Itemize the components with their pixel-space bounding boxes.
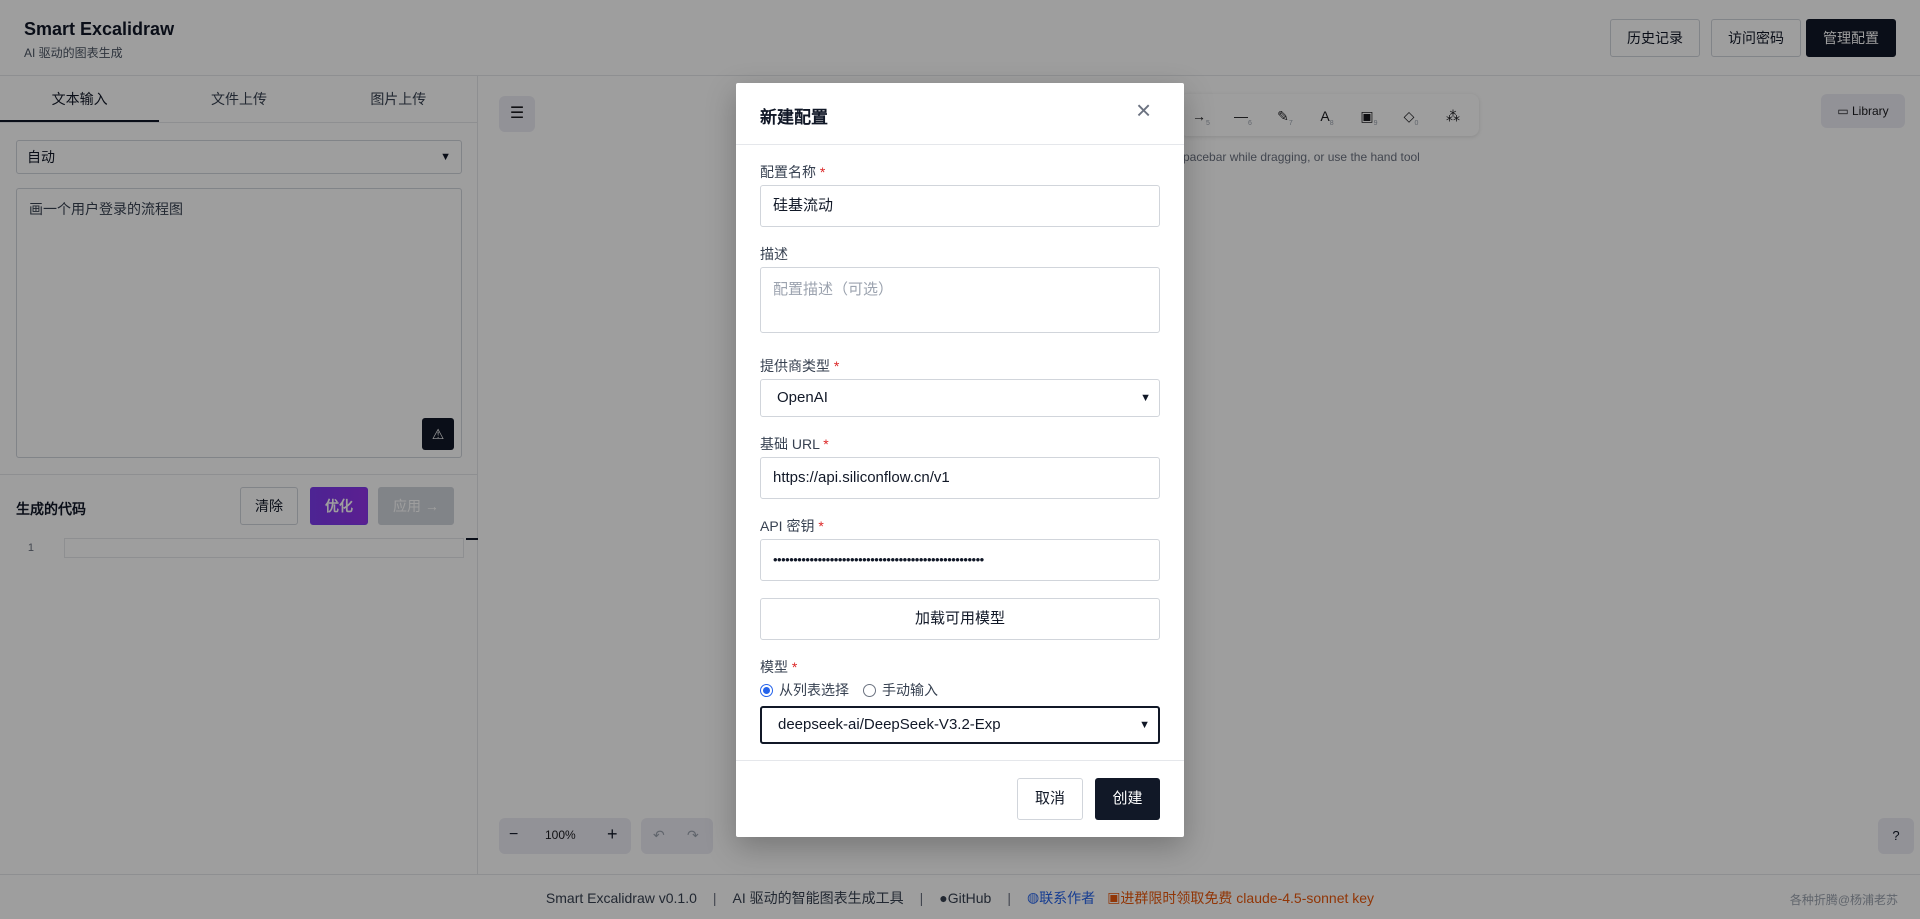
chevron-down-icon: ▼ bbox=[1140, 392, 1151, 404]
provider-type-label: 提供商类型 * bbox=[760, 358, 840, 374]
base-url-input[interactable]: https://api.siliconflow.cn/v1 bbox=[760, 457, 1160, 499]
cancel-button[interactable]: 取消 bbox=[1017, 778, 1083, 820]
load-models-button[interactable]: 加载可用模型 bbox=[760, 598, 1160, 640]
chevron-down-icon: ▼ bbox=[1139, 719, 1150, 731]
radio-unchecked-icon[interactable] bbox=[863, 683, 876, 697]
close-icon[interactable]: × bbox=[1136, 97, 1151, 123]
model-label: 模型 * bbox=[760, 659, 798, 675]
radio-manual-input[interactable]: 手动输入 bbox=[863, 680, 938, 700]
create-button[interactable]: 创建 bbox=[1095, 778, 1160, 820]
model-value: deepseek-ai/DeepSeek-V3.2-Exp bbox=[778, 716, 1001, 733]
dialog-title: 新建配置 bbox=[760, 108, 828, 127]
description-textarea[interactable]: 配置描述（可选） bbox=[760, 267, 1160, 333]
model-source-radio-group: 从列表选择 手动输入 bbox=[760, 680, 952, 700]
api-key-input[interactable]: ••••••••••••••••••••••••••••••••••••••••… bbox=[760, 539, 1160, 581]
radio-from-list[interactable]: 从列表选择 bbox=[760, 680, 849, 700]
base-url-label: 基础 URL * bbox=[760, 436, 829, 452]
dialog-footer-divider bbox=[736, 760, 1184, 761]
description-label: 描述 bbox=[760, 246, 788, 262]
radio-checked-icon[interactable] bbox=[760, 683, 773, 697]
provider-type-select[interactable]: OpenAI ▼ bbox=[760, 379, 1160, 417]
config-name-label: 配置名称 * bbox=[760, 164, 826, 180]
config-name-input[interactable]: 硅基流动 bbox=[760, 185, 1160, 227]
api-key-label: API 密钥 * bbox=[760, 518, 824, 534]
new-config-dialog: 新建配置 × 配置名称 * 硅基流动 描述 配置描述（可选） 提供商类型 * O… bbox=[736, 83, 1184, 837]
dialog-header: 新建配置 × bbox=[736, 83, 1184, 145]
model-select[interactable]: deepseek-ai/DeepSeek-V3.2-Exp ▼ bbox=[760, 706, 1160, 744]
provider-type-value: OpenAI bbox=[777, 389, 828, 406]
